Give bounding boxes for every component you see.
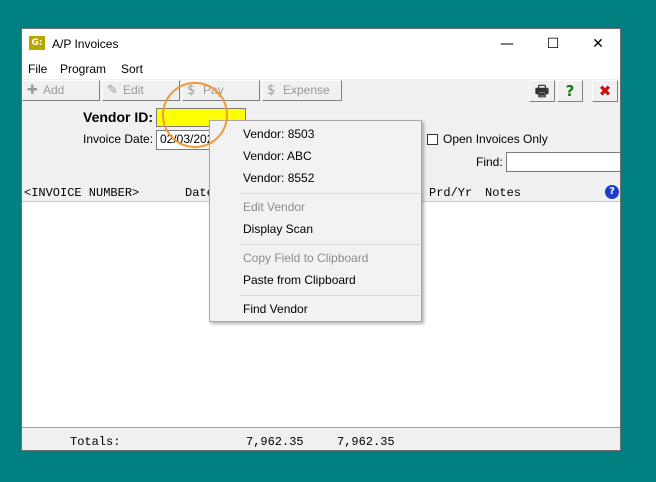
open-invoices-checkbox[interactable] (427, 134, 438, 145)
maximize-button[interactable]: ☐ (530, 29, 576, 59)
expense-button[interactable]: $ Expense (262, 80, 342, 101)
menu-sort[interactable]: Sort (121, 62, 143, 76)
highlight-ring (162, 82, 228, 148)
exit-button[interactable]: ✖ (592, 80, 618, 102)
open-invoices-label: Open Invoices Only (443, 132, 548, 146)
edit-label: Edit (123, 83, 144, 97)
context-vendor-8503[interactable]: Vendor: 8503 (243, 127, 314, 141)
close-icon: ✖ (598, 82, 612, 100)
menu-program[interactable]: Program (60, 62, 106, 76)
pencil-icon: ✎ (107, 83, 118, 98)
invoice-date-label: Invoice Date: (83, 132, 154, 146)
totals-label: Totals: (70, 435, 121, 449)
minimize-button[interactable]: — (484, 29, 530, 59)
close-button[interactable]: ✕ (575, 29, 620, 59)
printer-icon: 🖶 (534, 82, 550, 100)
vendor-id-label: Vendor ID: (83, 109, 154, 125)
help-icon: ? (565, 82, 575, 100)
add-button[interactable]: ✚ Add (22, 80, 100, 101)
context-find-vendor[interactable]: Find Vendor (243, 302, 308, 316)
app-icon: G: (29, 36, 45, 50)
context-display-scan[interactable]: Display Scan (243, 222, 313, 236)
column-notes[interactable]: Notes (485, 186, 521, 200)
help-button[interactable]: ? (557, 80, 583, 102)
help-icon[interactable]: ? (605, 185, 619, 199)
context-vendor-8552[interactable]: Vendor: 8552 (243, 171, 314, 185)
totals-amount-2: 7,962.35 (337, 435, 395, 449)
find-label: Find: (476, 155, 503, 169)
context-separator (240, 295, 420, 296)
money-icon: $ (267, 83, 276, 98)
toolbar: ✚ Add ✎ Edit $ Pay $ Expense 🖶 ? ✖ (22, 79, 620, 103)
add-icon: ✚ (27, 83, 38, 98)
context-vendor-abc[interactable]: Vendor: ABC (243, 149, 312, 163)
column-invoice-number[interactable]: <INVOICE NUMBER> (24, 186, 139, 200)
add-label: Add (43, 83, 65, 97)
window-title: A/P Invoices (52, 37, 119, 51)
context-separator (240, 193, 420, 194)
context-paste-clipboard[interactable]: Paste from Clipboard (243, 273, 356, 287)
title-bar[interactable]: G: A/P Invoices — ☐ ✕ (22, 29, 620, 59)
expense-label: Expense (283, 83, 330, 97)
context-copy-field: Copy Field to Clipboard (243, 251, 369, 265)
menu-bar: File Program Sort (22, 59, 620, 79)
totals-amount-1: 7,962.35 (246, 435, 304, 449)
totals-bar: Totals: 7,962.35 7,962.35 (22, 429, 620, 450)
context-separator (240, 244, 420, 245)
context-edit-vendor: Edit Vendor (243, 200, 306, 214)
menu-file[interactable]: File (28, 62, 47, 76)
context-menu: Vendor: 8503 Vendor: ABC Vendor: 8552 Ed… (209, 120, 422, 322)
column-prd-yr[interactable]: Prd/Yr (429, 186, 472, 200)
find-input[interactable] (506, 152, 620, 172)
print-button[interactable]: 🖶 (529, 80, 555, 102)
